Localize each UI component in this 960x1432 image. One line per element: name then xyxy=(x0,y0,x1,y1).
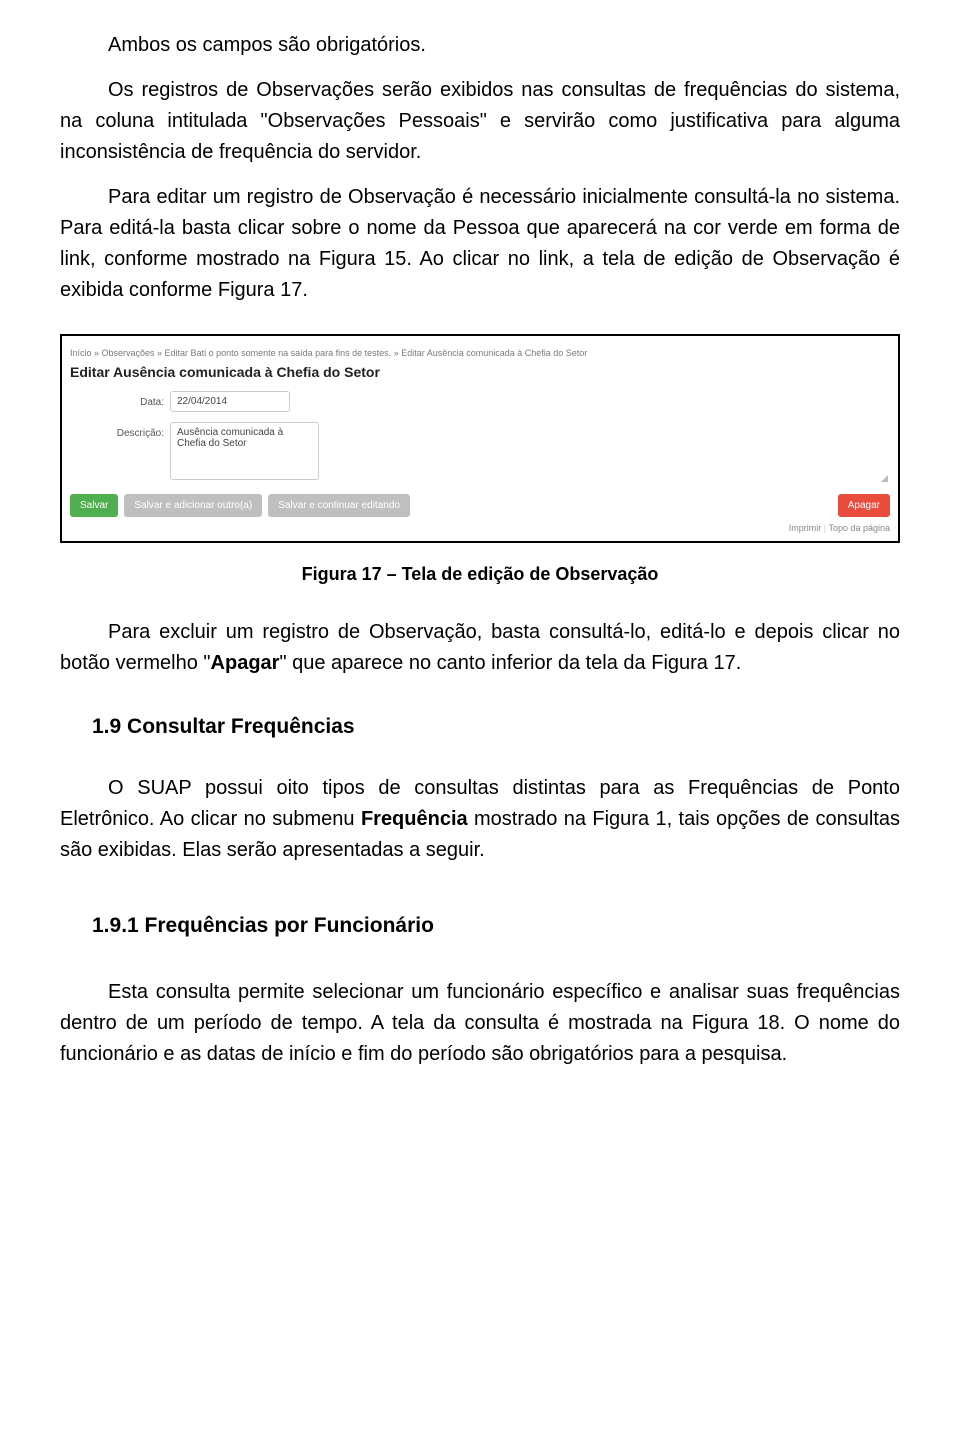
paragraph: Os registros de Observações serão exibid… xyxy=(60,75,900,168)
screenshot-figure: Início » Observações » Editar Bati o pon… xyxy=(60,334,900,543)
salvar-continuar-button[interactable]: Salvar e continuar editando xyxy=(268,494,410,517)
imprimir-link[interactable]: Imprimir xyxy=(789,523,822,533)
topo-link[interactable]: Topo da página xyxy=(821,523,890,533)
footer-links: ImprimirTopo da página xyxy=(70,523,890,535)
figure-caption: Figura 17 – Tela de edição de Observação xyxy=(60,561,900,589)
paragraph: Esta consulta permite selecionar um func… xyxy=(60,977,900,1070)
page-title: Editar Ausência comunicada à Chefia do S… xyxy=(70,363,890,381)
data-label: Data: xyxy=(70,391,170,409)
data-input[interactable] xyxy=(170,391,290,412)
salvar-button[interactable]: Salvar xyxy=(70,494,118,517)
salvar-adicionar-button[interactable]: Salvar e adicionar outro(a) xyxy=(124,494,262,517)
subsection-heading: 1.9.1 Frequências por Funcionário xyxy=(92,910,900,943)
paragraph: Para excluir um registro de Observação, … xyxy=(60,617,900,679)
section-heading: 1.9 Consultar Frequências xyxy=(92,711,900,744)
apagar-bold: Apagar xyxy=(211,652,280,674)
paragraph: O SUAP possui oito tipos de consultas di… xyxy=(60,773,900,866)
paragraph: Para editar um registro de Observação é … xyxy=(60,182,900,306)
frequencia-bold: Frequência xyxy=(361,808,468,830)
descricao-textarea[interactable] xyxy=(170,422,319,480)
descricao-label: Descrição: xyxy=(70,422,170,440)
apagar-button[interactable]: Apagar xyxy=(838,494,890,517)
breadcrumb: Início » Observações » Editar Bati o pon… xyxy=(70,344,890,363)
paragraph: Ambos os campos são obrigatórios. xyxy=(60,30,900,61)
